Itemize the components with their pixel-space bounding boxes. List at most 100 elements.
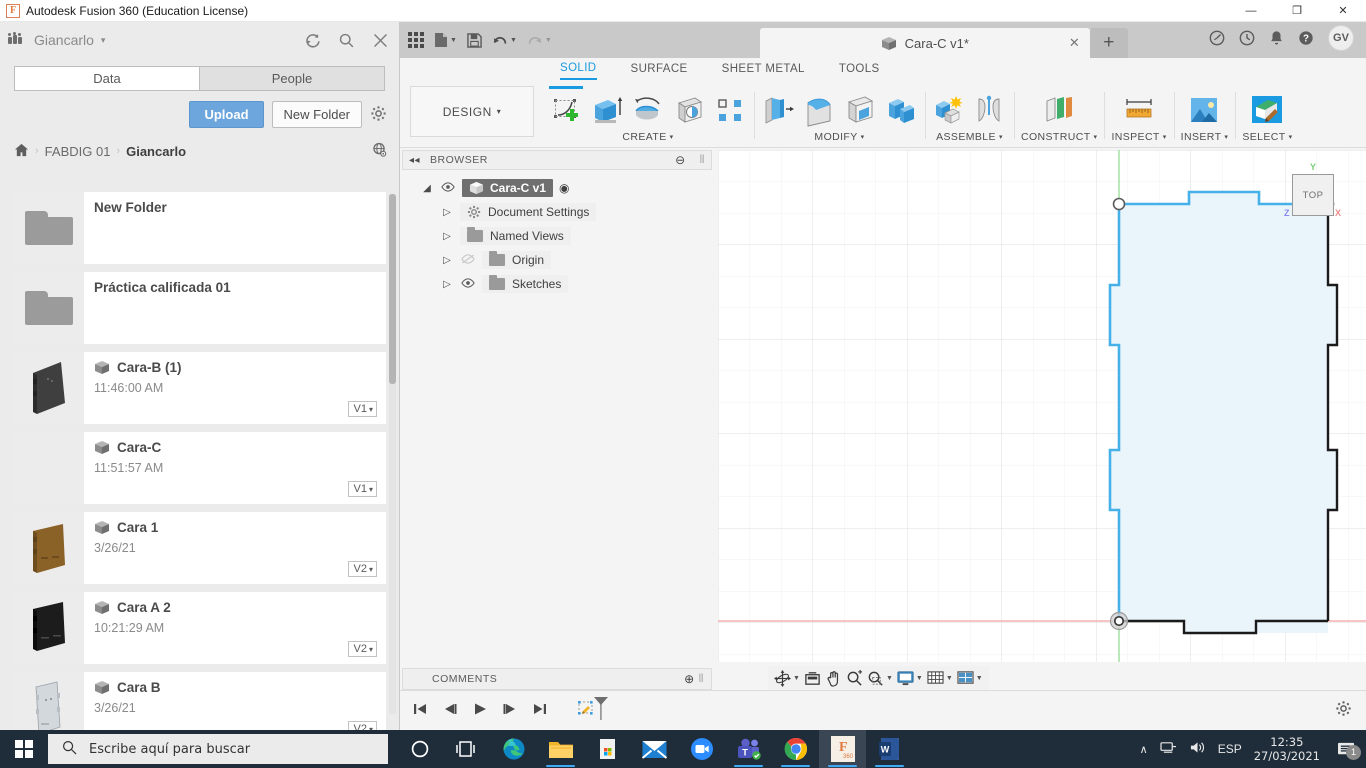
chevron-down-icon[interactable]: ▼ [450, 37, 457, 44]
new-tab-button[interactable]: + [1089, 28, 1128, 58]
redo-icon[interactable]: ▼ [527, 33, 552, 47]
network-icon[interactable] [1160, 740, 1177, 758]
chevron-down-icon[interactable]: ▾ [1289, 133, 1293, 141]
expand-arrow-icon[interactable]: ▷ [440, 255, 454, 266]
tree-node-sketches[interactable]: ▷ Sketches [412, 272, 712, 296]
language-indicator[interactable]: ESP [1218, 742, 1242, 756]
file-explorer-icon[interactable] [537, 730, 584, 768]
chevron-down-icon[interactable]: ▾ [999, 133, 1003, 141]
play-icon[interactable] [472, 702, 488, 719]
close-icon[interactable]: ✕ [1069, 35, 1080, 51]
collapse-icon[interactable]: ◂◂ [409, 155, 420, 166]
view-cube-face-top[interactable]: TOP [1292, 174, 1334, 216]
tab-people[interactable]: People [199, 66, 385, 91]
workspace-selector[interactable]: DESIGN ▾ [410, 86, 534, 137]
combine-icon[interactable] [884, 93, 918, 129]
extrude-icon[interactable] [590, 93, 624, 129]
job-status-icon[interactable] [1209, 30, 1225, 46]
action-center-icon[interactable]: 1 [1332, 741, 1361, 760]
list-item[interactable]: Cara A 2 10:21:29 AM V2 ▾ [14, 592, 386, 664]
step-back-icon[interactable] [442, 702, 458, 719]
zoom-icon[interactable] [846, 669, 863, 687]
recent-icon[interactable] [1239, 30, 1255, 46]
navigation-toolbar[interactable]: ▼ ▼ ▼ ▼ ▼ [768, 666, 989, 690]
chevron-down-icon[interactable]: ▾ [861, 133, 865, 141]
show-hidden-icons-chevron[interactable]: ∧ [1140, 743, 1148, 756]
taskbar-apps[interactable]: T F 360 W [396, 730, 913, 768]
maximize-button[interactable]: ❐ [1274, 0, 1320, 22]
go-to-beginning-icon[interactable] [412, 702, 428, 719]
chevron-down-icon[interactable]: ▼ [916, 675, 923, 682]
minimize-icon[interactable]: ⊖ [675, 153, 686, 167]
edge-icon[interactable] [490, 730, 537, 768]
new-folder-button[interactable]: New Folder [271, 101, 362, 128]
tree-node-label[interactable]: Sketches [482, 275, 569, 293]
comments-panel-header[interactable]: COMMENTS ⊕ ⦀ [402, 668, 712, 690]
data-panel-scrollbar[interactable] [389, 194, 396, 714]
list-item[interactable]: New Folder [14, 192, 386, 264]
minimize-button[interactable]: — [1228, 0, 1274, 22]
step-forward-icon[interactable] [502, 702, 518, 719]
breadcrumb-item-giancarlo[interactable]: Giancarlo [126, 144, 186, 159]
microsoft-store-icon[interactable] [584, 730, 631, 768]
chevron-down-icon[interactable]: ▼ [946, 675, 953, 682]
tab-data[interactable]: Data [14, 66, 199, 91]
joint-icon[interactable] [973, 93, 1007, 129]
pan-icon[interactable] [825, 670, 842, 687]
shell-icon[interactable] [843, 93, 877, 129]
chevron-down-icon[interactable]: ▼ [545, 37, 552, 44]
visibility-eye-icon[interactable] [440, 181, 456, 195]
clock[interactable]: 12:35 27/03/2021 [1254, 735, 1320, 763]
upload-button[interactable]: Upload [189, 101, 264, 128]
refresh-icon[interactable] [301, 29, 323, 51]
breadcrumb-item-fabdig[interactable]: FABDIG 01 [45, 144, 111, 159]
help-icon[interactable]: ? [1298, 30, 1314, 46]
visibility-eye-off-icon[interactable] [460, 253, 476, 267]
mail-icon[interactable] [631, 730, 678, 768]
document-tab-cara-c[interactable]: Cara-C v1* ✕ [759, 28, 1090, 58]
tree-node-origin[interactable]: ▷ Origin [412, 248, 712, 272]
chevron-down-icon[interactable]: ▾ [670, 133, 674, 141]
look-at-icon[interactable] [804, 670, 821, 687]
expand-arrow-icon[interactable]: ▷ [440, 207, 454, 218]
close-button[interactable]: ✕ [1320, 0, 1366, 22]
display-settings-icon[interactable]: ▼ [897, 670, 923, 686]
ribbon-tab-bar[interactable]: SOLID SURFACE SHEET METAL TOOLS [400, 58, 1366, 84]
version-selector[interactable]: V1 ▾ [347, 481, 377, 497]
word-icon[interactable]: W [866, 730, 913, 768]
tree-node-label[interactable]: Document Settings [460, 203, 597, 221]
chevron-down-icon[interactable]: ▾ [1163, 133, 1167, 141]
ribbon-tab-tools[interactable]: TOOLS [839, 63, 880, 79]
version-selector[interactable]: V1 ▾ [347, 401, 377, 417]
list-item[interactable]: Cara 1 3/26/21 V2 ▾ [14, 512, 386, 584]
data-panel-tabs[interactable]: Data People [0, 58, 399, 91]
fillet-icon[interactable] [802, 93, 836, 129]
ribbon-tab-surface[interactable]: SURFACE [631, 63, 688, 79]
chevron-down-icon[interactable]: ▾ [1094, 133, 1098, 141]
tree-node-label[interactable]: Origin [482, 251, 552, 269]
close-panel-icon[interactable] [369, 29, 391, 51]
version-selector[interactable]: V2 ▾ [347, 561, 377, 577]
offset-plane-icon[interactable] [1042, 93, 1076, 129]
sketch-feature-icon[interactable] [578, 696, 608, 725]
app-grid-icon[interactable] [408, 32, 424, 48]
new-component-icon[interactable] [932, 93, 966, 129]
pattern-icon[interactable] [713, 93, 747, 129]
revolve-icon[interactable] [631, 93, 665, 129]
version-selector[interactable]: V2 ▾ [347, 641, 377, 657]
ribbon-tab-sheet-metal[interactable]: SHEET METAL [722, 63, 805, 79]
search-icon[interactable] [335, 29, 357, 51]
browser-tree[interactable]: ◢ Cara-C v1 ◉ ▷ Document Settings ▷ Name… [402, 170, 712, 296]
add-comment-icon[interactable]: ⊕ [684, 672, 695, 686]
fusion360-icon[interactable]: F 360 [819, 730, 866, 768]
home-icon[interactable] [14, 143, 29, 160]
resize-grip[interactable]: ⦀ [699, 673, 704, 686]
timeline-settings-icon[interactable] [1335, 700, 1352, 722]
orbit-icon[interactable]: ▼ [774, 669, 800, 687]
undo-icon[interactable]: ▼ [492, 33, 517, 47]
chevron-down-icon[interactable]: ▼ [886, 675, 893, 682]
ribbon-tab-solid[interactable]: SOLID [560, 62, 597, 80]
measure-icon[interactable] [1122, 93, 1156, 129]
task-view-icon[interactable] [443, 730, 490, 768]
active-component-icon[interactable]: ◉ [559, 181, 569, 195]
